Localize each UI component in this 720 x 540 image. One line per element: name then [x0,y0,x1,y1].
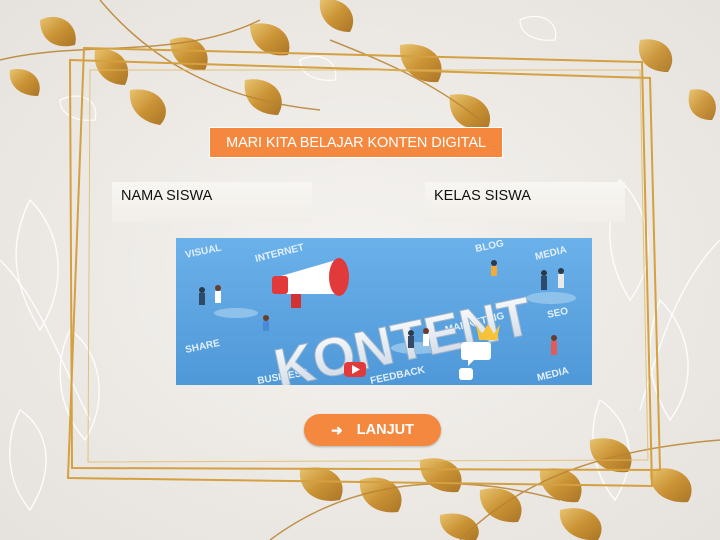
content-illustration: VISUAL INTERNET BLOG MEDIA SHARE MARKETI… [176,238,592,385]
thumbs-up-icon [459,368,473,380]
kelas-siswa-label: KELAS SISWA [434,188,531,204]
nama-siswa-field[interactable]: NAMA SISWA [112,182,312,222]
kelas-siswa-field[interactable]: KELAS SISWA [425,182,625,222]
page-title: MARI KITA BELAJAR KONTEN DIGITAL [209,127,503,158]
slide-canvas: MARI KITA BELAJAR KONTEN DIGITAL NAMA SI… [0,0,720,540]
arrow-right-icon: ➜ [331,422,343,438]
lanjut-button[interactable]: ➜ LANJUT [304,414,441,446]
nama-siswa-label: NAMA SISWA [121,188,213,204]
play-icon [344,362,366,377]
lanjut-button-label: LANJUT [356,422,414,438]
